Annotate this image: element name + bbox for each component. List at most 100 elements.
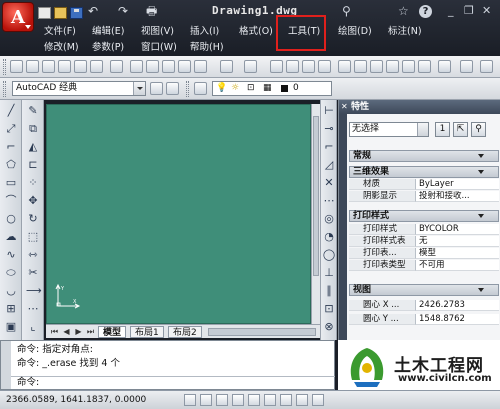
property-row[interactable]: 打印样式 BYCOLOR [349,224,499,235]
property-row[interactable]: 圆心 X ... 2426.2783 [349,300,499,311]
snap-from-icon[interactable]: ⊸ [322,122,336,135]
property-row[interactable]: 材质 ByLayer [349,179,499,190]
object-snap-tracking-icon[interactable] [280,394,292,406]
property-row[interactable]: 圆心 Y ... 1548.8762 [349,314,499,325]
tab-layout2[interactable]: 布局2 [168,326,202,338]
section-view[interactable]: 视图 [349,284,499,296]
chevron-down-icon[interactable] [417,123,428,136]
erase-icon[interactable]: ✎ [26,104,40,117]
match-properties-icon[interactable] [178,60,191,73]
revision-cloud-icon[interactable]: ☁ [4,230,18,243]
property-value[interactable]: 不可用 [415,260,499,271]
collapse-arrow-icon[interactable] [478,214,484,218]
menu-window[interactable]: 窗口(W) [141,42,177,54]
snap-quadrant-icon[interactable]: ◔ [322,230,336,243]
restore-button[interactable]: ❐ [464,4,474,17]
menu-help[interactable]: 帮助(H) [190,42,224,54]
toolbar-grip[interactable] [3,81,6,97]
menu-dimension[interactable]: 标注(N) [388,26,422,38]
move-icon[interactable]: ✥ [26,194,40,207]
construction-line-icon[interactable]: ⤢ [4,122,18,135]
temp-track-icon[interactable]: ⊢ [322,104,336,117]
menu-file[interactable]: 文件(F) [44,26,76,38]
new-file-icon[interactable] [38,7,51,19]
palette-side-bar[interactable] [339,114,347,340]
ellipse-icon[interactable]: ⬭ [4,266,18,279]
redo-toolbar-icon[interactable] [244,60,257,73]
rectangle-icon[interactable]: ▭ [4,176,18,189]
break-icon[interactable]: ⋯ [26,302,40,315]
stretch-icon[interactable]: ⇿ [26,248,40,261]
save-toolbar-icon[interactable] [42,60,55,73]
select-objects-icon[interactable]: ⇱ [453,122,468,137]
text-style-icon[interactable] [460,60,473,73]
snap-tangent-icon[interactable]: ◯ [322,248,336,261]
ortho-mode-icon[interactable] [216,394,228,406]
quickcalc-icon[interactable] [418,60,431,73]
spline-icon[interactable]: ∿ [4,248,18,261]
dim-style-icon[interactable] [480,60,493,73]
redo-icon[interactable]: ↷ [118,4,128,18]
snap-node-icon[interactable]: ⊗ [322,320,336,333]
pan-icon[interactable] [270,60,283,73]
undo-toolbar-icon[interactable] [220,60,233,73]
help-icon[interactable]: ? [419,5,432,18]
property-value[interactable]: ByLayer [415,179,499,190]
property-row[interactable]: 打印表类型 不可用 [349,260,499,271]
snap-endpoint-icon[interactable]: ⌐ [322,140,336,153]
print-icon[interactable]: 🖶 [146,4,157,18]
command-input[interactable]: 命令: [11,376,335,389]
scrollbar-thumb[interactable] [313,116,319,276]
favorites-star-icon[interactable]: ☆ [398,4,409,18]
menu-view[interactable]: 视图(V) [141,26,174,38]
search-icon[interactable]: ⚲ [342,4,351,18]
tool-palettes-icon[interactable] [370,60,383,73]
rotate-icon[interactable]: ↻ [26,212,40,225]
collapse-arrow-icon[interactable] [478,154,484,158]
copy-object-icon[interactable]: ⧉ [26,122,40,135]
ellipse-arc-icon[interactable]: ◡ [4,284,18,297]
selection-dropdown[interactable]: 无选择 [349,122,429,137]
snap-mode-icon[interactable] [184,394,196,406]
block-editor-icon[interactable] [194,60,207,73]
insert-block-icon[interactable]: ⊞ [4,302,18,315]
plot-preview-icon[interactable] [74,60,87,73]
3d-dwf-icon[interactable] [110,60,123,73]
copy-icon[interactable] [146,60,159,73]
snap-intersection-icon[interactable]: ✕ [322,176,336,189]
scale-icon[interactable]: ⬚ [26,230,40,243]
markup-icon[interactable] [402,60,415,73]
cut-icon[interactable] [130,60,143,73]
first-tab-icon[interactable]: ⏮ [50,327,59,336]
properties-title-bar[interactable]: ✕ 特性 [339,100,500,114]
trim-icon[interactable]: ✂ [26,266,40,279]
horizontal-scrollbar[interactable] [208,328,316,336]
menu-modify[interactable]: 修改(M) [44,42,79,54]
snap-midpoint-icon[interactable]: ◿ [322,158,336,171]
section-3d-effects[interactable]: 三维效果 [349,166,499,178]
workspace-settings-icon[interactable] [150,82,163,95]
help-toolbar-icon[interactable] [438,60,451,73]
property-row[interactable]: 打印表... 模型 [349,248,499,259]
toolbar-grip[interactable] [3,59,6,75]
close-icon[interactable]: ✕ [341,100,348,114]
polyline-icon[interactable]: ⌐ [4,140,18,153]
section-general[interactable]: 常规 [349,150,499,162]
undo-icon[interactable]: ↶ [88,4,98,18]
zoom-realtime-icon[interactable] [286,60,299,73]
menu-parametric[interactable]: 参数(P) [92,42,124,54]
zoom-previous-icon[interactable] [318,60,331,73]
qnew-icon[interactable] [10,60,23,73]
property-row[interactable]: 打印样式表 无 [349,236,499,247]
collapse-arrow-icon[interactable] [478,170,484,174]
object-snap-icon[interactable] [248,394,260,406]
open-icon[interactable] [26,60,39,73]
prev-tab-icon[interactable]: ◀ [62,327,71,336]
publish-icon[interactable] [90,60,103,73]
snap-extension-icon[interactable]: ⋯ [322,194,336,207]
make-block-icon[interactable]: ▣ [4,320,18,333]
properties-icon[interactable] [338,60,351,73]
menu-draw[interactable]: 绘图(D) [338,26,372,38]
snap-insert-icon[interactable]: ⊡ [322,302,336,315]
tab-layout1[interactable]: 布局1 [130,326,164,338]
